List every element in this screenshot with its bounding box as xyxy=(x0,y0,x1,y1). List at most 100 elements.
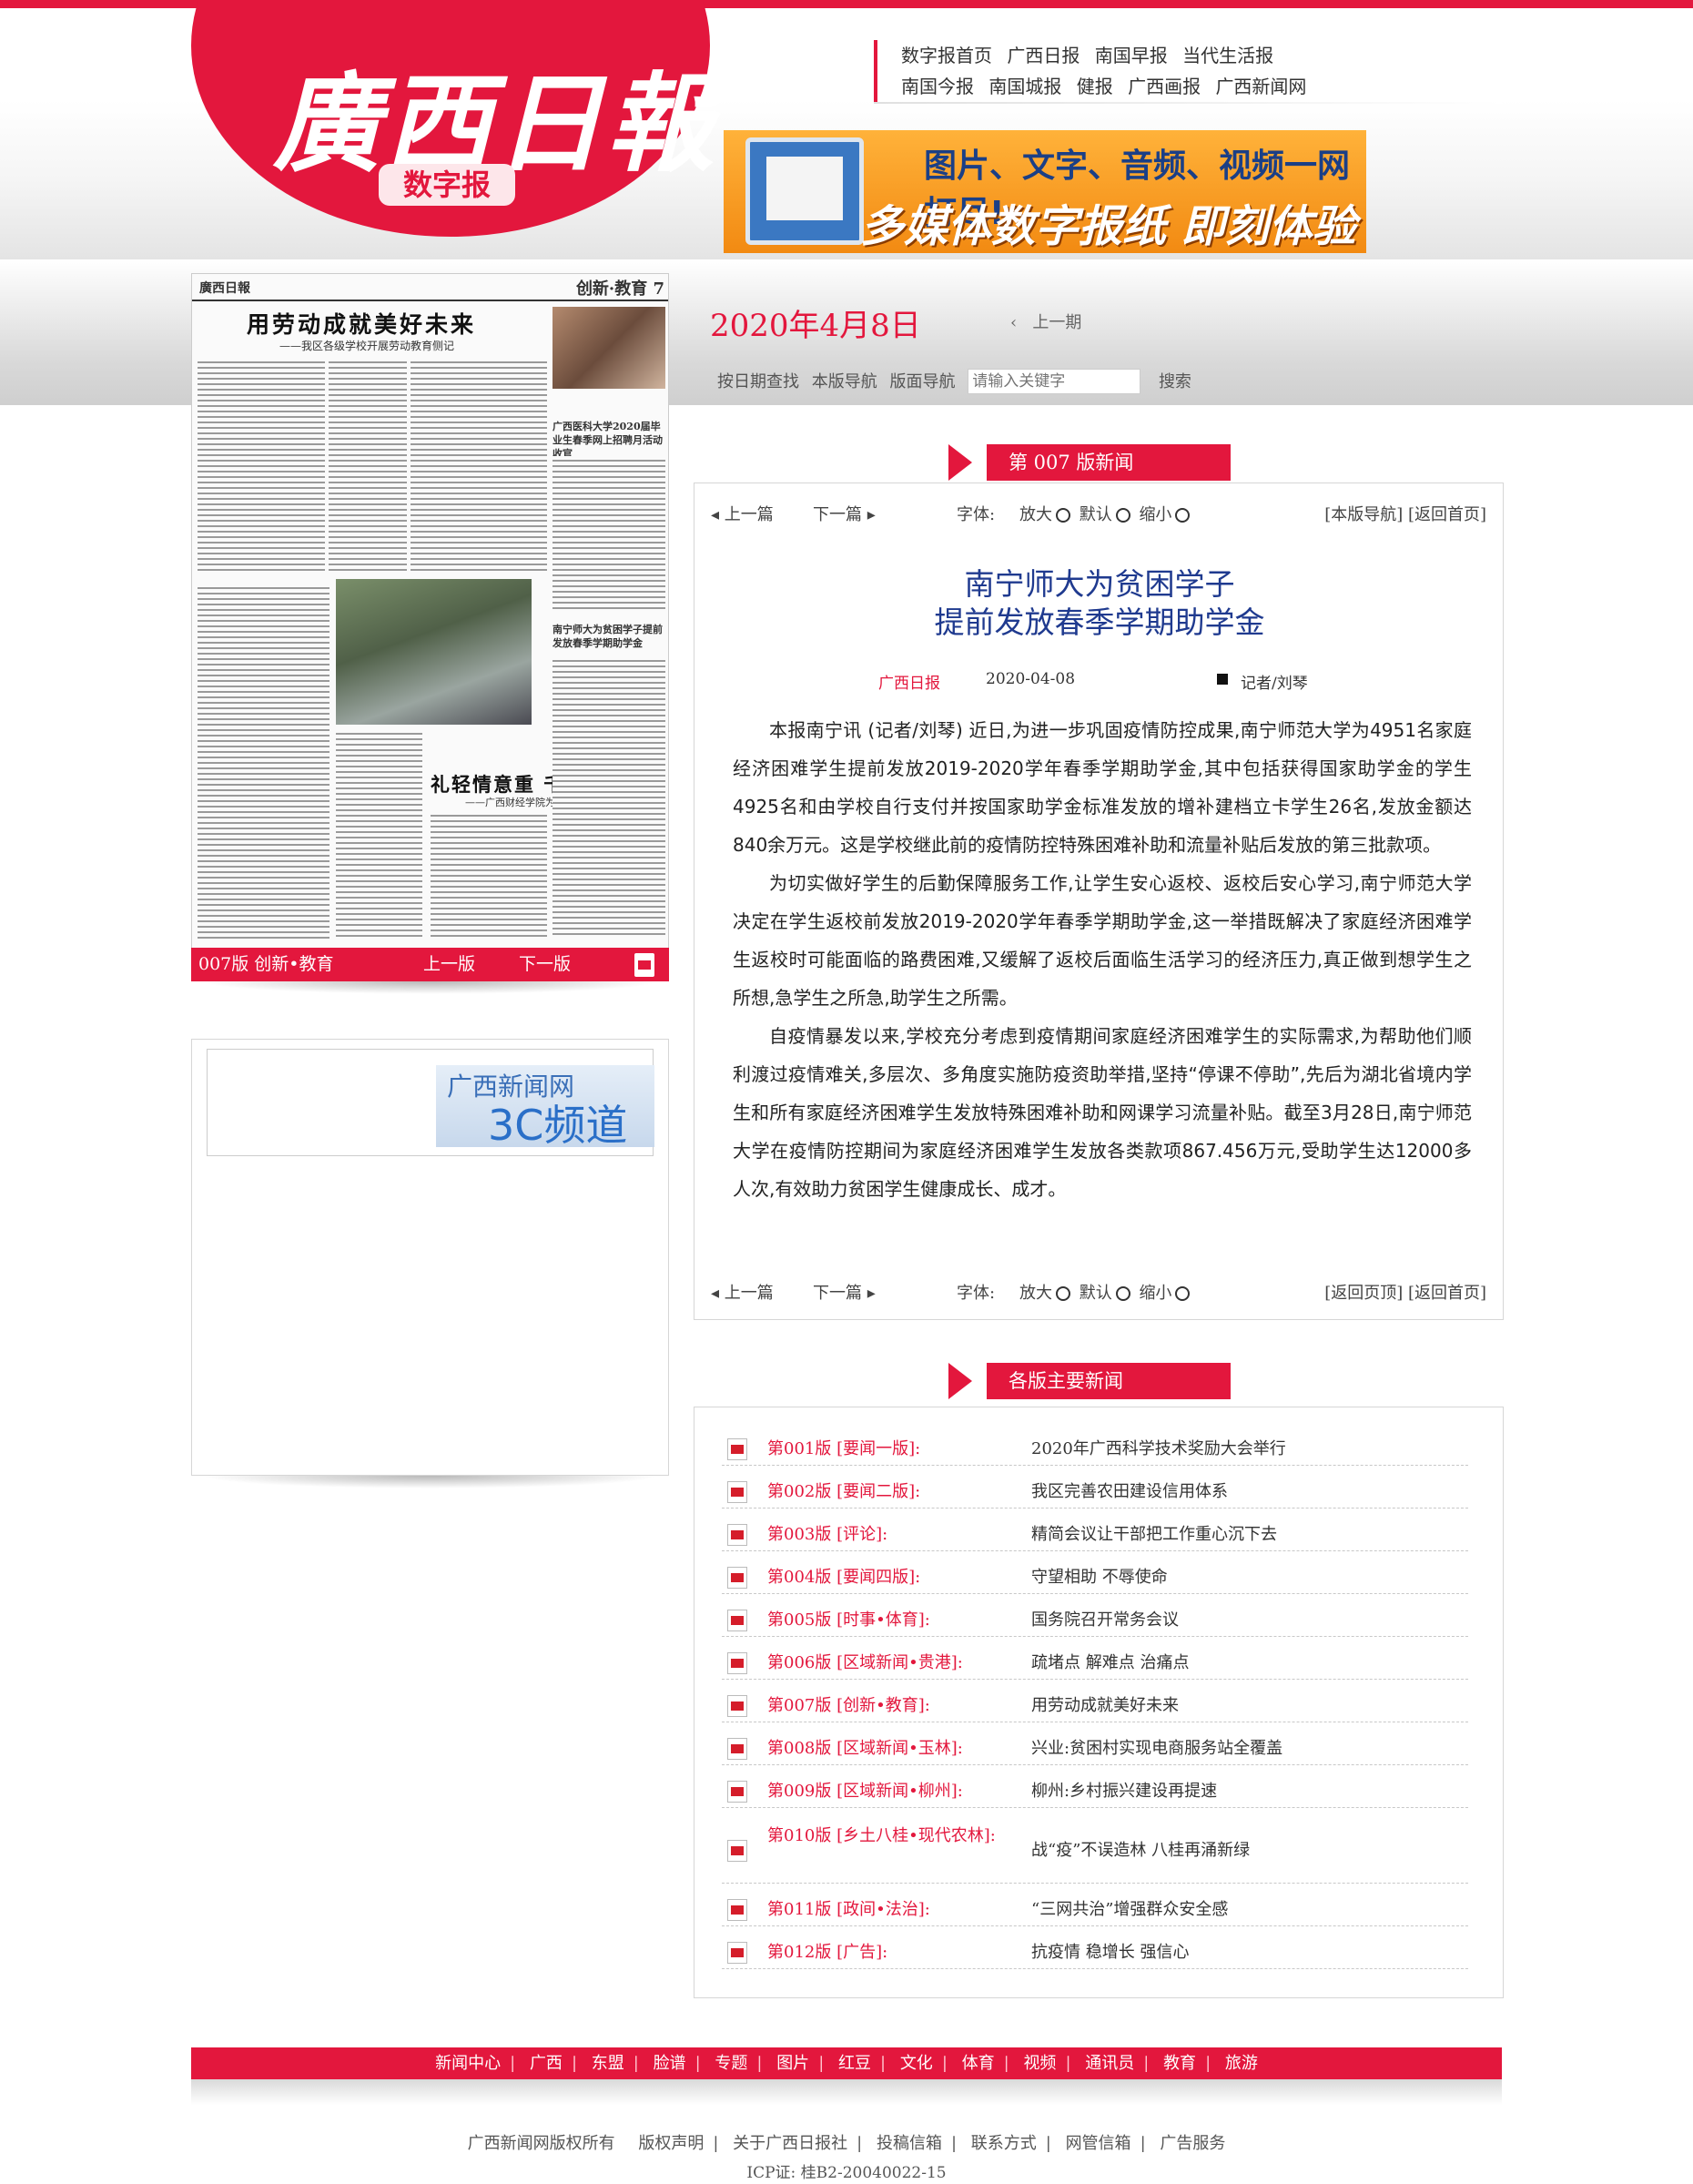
page-nav-link[interactable]: 本版导航 xyxy=(812,372,877,391)
nav-link-ngzb[interactable]: 南国早报 xyxy=(1095,45,1168,66)
next-edition-link[interactable]: 下一版 xyxy=(519,948,571,981)
pdf-icon[interactable] xyxy=(727,1781,747,1803)
footer-link[interactable]: 网管信箱 xyxy=(1057,2134,1140,2153)
nav-link-ddshb[interactable]: 当代生活报 xyxy=(1182,45,1273,66)
footer-link[interactable]: 联系方式 xyxy=(962,2134,1046,2153)
list-item[interactable]: 第006版 [区域新闻•贵港]: 疏堵点 解难点 治痛点 xyxy=(722,1645,1468,1680)
footer-link[interactable]: 版权声明 xyxy=(629,2134,713,2153)
multimedia-banner[interactable]: 图片、文字、音频、视频一网打尽! 多媒体数字报纸 即刻体验 xyxy=(724,130,1366,253)
newspaper-page-thumbnail[interactable]: 廣西日報 创新·教育 7 用劳动成就美好未来 ——我区各级学校开展劳动教育侧记 … xyxy=(191,273,669,981)
pdf-icon[interactable] xyxy=(727,1438,747,1460)
page-nav-links-top[interactable]: [本版导航] [返回首页] xyxy=(1324,502,1486,525)
paper-headline-1[interactable]: 用劳动成就美好未来 xyxy=(247,307,476,340)
page-nav-links-bottom[interactable]: [返回页顶] [返回首页] xyxy=(1324,1280,1486,1304)
news-title[interactable]: 精简会议让干部把工作重心沉下去 xyxy=(1031,1522,1277,1547)
edition-label[interactable]: 第006版 [区域新闻•贵港]: xyxy=(767,1651,1013,1675)
font-bigger-label[interactable]: 放大 xyxy=(1019,505,1052,524)
pdf-icon[interactable] xyxy=(727,1942,747,1964)
list-item[interactable]: 第009版 [区域新闻•柳州]: 柳州:乡村振兴建设再提速 xyxy=(722,1773,1468,1808)
footer-link[interactable]: 体育 xyxy=(953,2054,1004,2073)
footer-link[interactable]: 视频 xyxy=(1014,2054,1065,2073)
list-item[interactable]: 第002版 [要闻二版]: 我区完善农田建设信用体系 xyxy=(722,1474,1468,1508)
nav-link-ngjb[interactable]: 南国今报 xyxy=(901,76,974,97)
news-title[interactable]: 我区完善农田建设信用体系 xyxy=(1031,1479,1228,1504)
footer-link[interactable]: 广西 xyxy=(521,2054,572,2073)
font-smaller-label[interactable]: 缩小 xyxy=(1139,1284,1171,1303)
font-default-label[interactable]: 默认 xyxy=(1080,505,1112,524)
pdf-icon[interactable] xyxy=(727,1840,747,1862)
edition-label[interactable]: 第003版 [评论]: xyxy=(767,1522,1013,1547)
footer-link[interactable]: 专题 xyxy=(705,2054,756,2073)
edition-label[interactable]: 第008版 [区域新闻•玉林]: xyxy=(767,1736,1013,1761)
footer-link[interactable]: 文化 xyxy=(891,2054,942,2073)
edition-label[interactable]: 第001版 [要闻一版]: xyxy=(767,1437,1013,1461)
next-article-link[interactable]: 下一篇 ▸ xyxy=(813,502,876,525)
footer-link[interactable]: 东盟 xyxy=(583,2054,634,2073)
edition-label[interactable]: 第012版 [广告]: xyxy=(767,1940,1013,1965)
footer-link[interactable]: 新闻中心 xyxy=(426,2054,510,2073)
pdf-icon[interactable] xyxy=(727,1899,747,1921)
list-item[interactable]: 第008版 [区域新闻•玉林]: 兴业:贫困村实现电商服务站全覆盖 xyxy=(722,1731,1468,1765)
news-title[interactable]: 2020年广西科学技术奖励大会举行 xyxy=(1031,1437,1286,1461)
footer-link[interactable]: 图片 xyxy=(767,2054,818,2073)
pdf-icon[interactable] xyxy=(727,1481,747,1503)
list-item[interactable]: 第012版 [广告]: 抗疫情 稳增长 强信心 xyxy=(722,1935,1468,1969)
pdf-icon[interactable] xyxy=(727,1695,747,1717)
footer-link[interactable]: 广告服务 xyxy=(1151,2134,1234,2153)
footer-link[interactable]: 投稿信箱 xyxy=(867,2134,951,2153)
pdf-icon[interactable] xyxy=(727,1738,747,1760)
news-title[interactable]: 守望相助 不辱使命 xyxy=(1031,1565,1168,1590)
nav-link-digital-home[interactable]: 数字报首页 xyxy=(901,45,992,66)
edition-label[interactable]: 第005版 [时事•体育]: xyxy=(767,1608,1013,1632)
news-title[interactable]: 疏堵点 解难点 治痛点 xyxy=(1031,1651,1189,1675)
edition-label[interactable]: 第011版 [政间•法治]: xyxy=(767,1897,1013,1922)
zoom-in-icon[interactable] xyxy=(1055,508,1070,523)
reset-icon[interactable] xyxy=(1115,1286,1130,1301)
footer-link[interactable]: 旅游 xyxy=(1216,2054,1267,2073)
nav-link-gxrb[interactable]: 广西日报 xyxy=(1007,45,1080,66)
by-date-link[interactable]: 按日期查找 xyxy=(717,372,799,391)
pdf-icon[interactable] xyxy=(727,1524,747,1546)
zoom-out-icon[interactable] xyxy=(1175,508,1191,523)
pdf-icon[interactable] xyxy=(634,953,654,977)
list-item[interactable]: 第007版 [创新•教育]: 用劳动成就美好未来 xyxy=(722,1688,1468,1722)
list-item[interactable]: 第004版 [要闻四版]: 守望相助 不辱使命 xyxy=(722,1559,1468,1594)
news-title[interactable]: “三网共治”增强群众安全感 xyxy=(1031,1897,1228,1922)
list-item[interactable]: 第001版 [要闻一版]: 2020年广西科学技术奖励大会举行 xyxy=(722,1431,1468,1466)
footer-link[interactable]: 红豆 xyxy=(829,2054,880,2073)
prev-article-link[interactable]: ◂ 上一篇 xyxy=(711,1280,774,1304)
footer-link[interactable]: 通讯员 xyxy=(1076,2054,1143,2073)
font-bigger-label[interactable]: 放大 xyxy=(1019,1284,1052,1303)
footer-link[interactable]: 关于广西日报社 xyxy=(724,2134,857,2153)
news-title[interactable]: 兴业:贫困村实现电商服务站全覆盖 xyxy=(1031,1736,1282,1761)
pdf-icon[interactable] xyxy=(727,1567,747,1589)
edition-label[interactable]: 第004版 [要闻四版]: xyxy=(767,1565,1013,1590)
list-item[interactable]: 第005版 [时事•体育]: 国务院召开常务会议 xyxy=(722,1602,1468,1637)
news-title[interactable]: 柳州:乡村振兴建设再提速 xyxy=(1031,1779,1217,1803)
news-title[interactable]: 抗疫情 稳增长 强信心 xyxy=(1031,1940,1189,1965)
list-item[interactable]: 第011版 [政间•法治]: “三网共治”增强群众安全感 xyxy=(722,1892,1468,1926)
nav-link-jb[interactable]: 健报 xyxy=(1077,76,1113,97)
list-item[interactable]: 第003版 [评论]: 精简会议让干部把工作重心沉下去 xyxy=(722,1517,1468,1551)
paper-side-headline-1[interactable]: 广西医科大学2020届毕业生春季网上招聘月活动收官 xyxy=(553,420,665,461)
prev-issue-link[interactable]: ‹ 上一期 xyxy=(1010,310,1081,333)
reset-icon[interactable] xyxy=(1115,508,1130,523)
search-input[interactable] xyxy=(968,369,1141,394)
zoom-out-icon[interactable] xyxy=(1175,1286,1191,1301)
paper-side-headline-2[interactable]: 南宁师大为贫困学子提前发放春季学期助学金 xyxy=(553,623,665,650)
layout-nav-link[interactable]: 版面导航 xyxy=(889,372,955,391)
prev-article-link[interactable]: ◂ 上一篇 xyxy=(711,502,774,525)
pdf-icon[interactable] xyxy=(727,1652,747,1674)
footer-link[interactable]: 教育 xyxy=(1154,2054,1205,2073)
edition-label[interactable]: 第007版 [创新•教育]: xyxy=(767,1693,1013,1718)
next-article-link[interactable]: 下一篇 ▸ xyxy=(813,1280,876,1304)
edition-label[interactable]: 第009版 [区域新闻•柳州]: xyxy=(767,1779,1013,1803)
edition-label[interactable]: 第002版 [要闻二版]: xyxy=(767,1479,1013,1504)
prev-edition-link[interactable]: 上一版 xyxy=(423,948,475,981)
footer-link[interactable]: 脸谱 xyxy=(644,2054,695,2073)
news-title[interactable]: 用劳动成就美好未来 xyxy=(1031,1693,1179,1718)
edition-label[interactable]: 第010版 [乡土八桂•现代农林]: xyxy=(767,1823,1013,1848)
font-default-label[interactable]: 默认 xyxy=(1080,1284,1112,1303)
news-title[interactable]: 战“疫”不误造林 八桂再涌新绿 xyxy=(1031,1838,1250,1863)
news-title[interactable]: 国务院召开常务会议 xyxy=(1031,1608,1179,1632)
